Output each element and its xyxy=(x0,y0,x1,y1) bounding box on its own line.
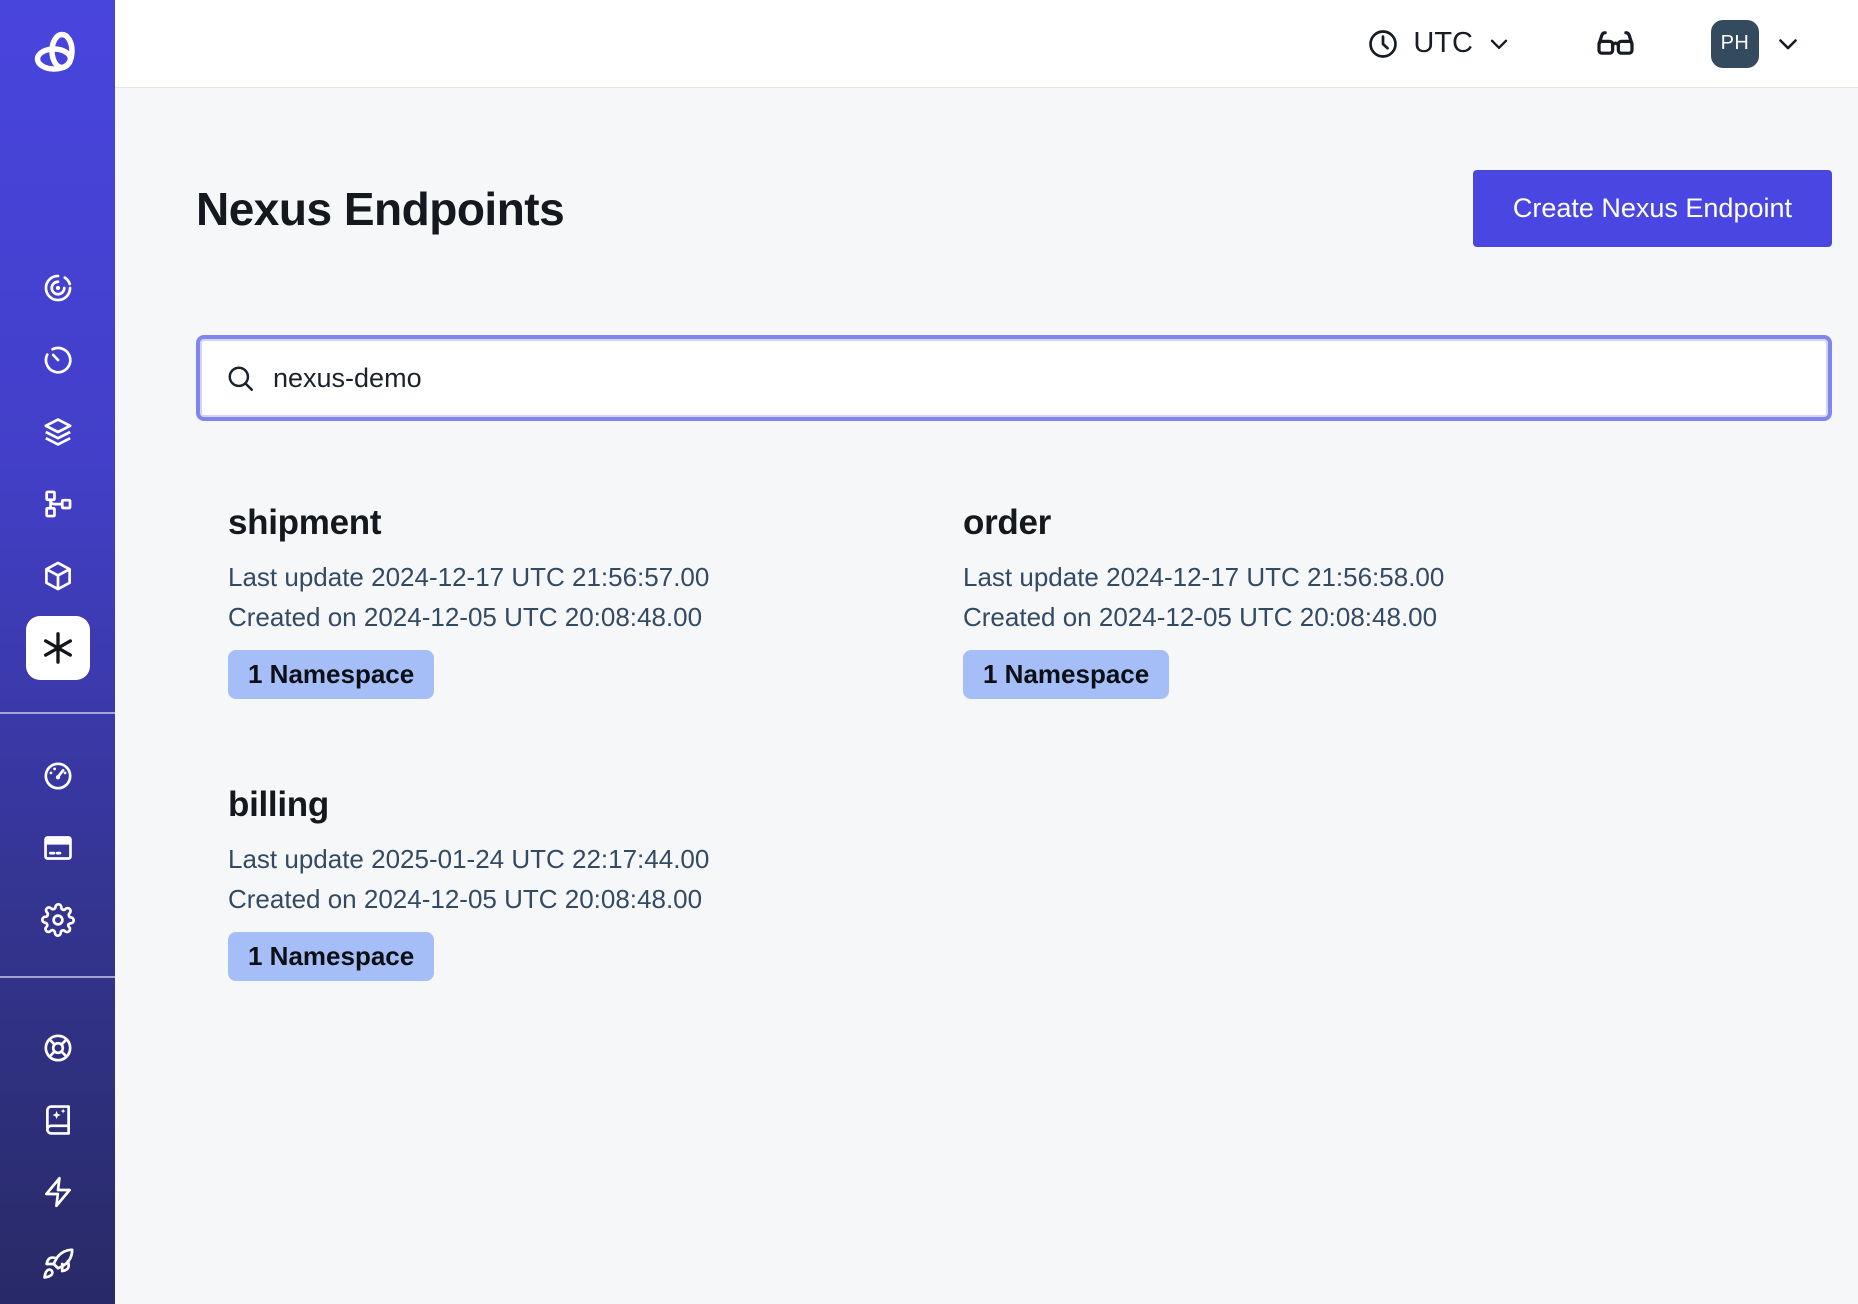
endpoint-card[interactable]: billing Last update 2025-01-24 UTC 22:17… xyxy=(196,785,931,981)
endpoint-last-update: Last update 2024-12-17 UTC 21:56:57.00 xyxy=(228,557,931,597)
endpoint-card[interactable]: shipment Last update 2024-12-17 UTC 21:5… xyxy=(196,503,931,699)
endpoint-last-update: Last update 2025-01-24 UTC 22:17:44.00 xyxy=(228,839,931,879)
life-ring-icon xyxy=(41,1031,75,1065)
endpoint-created-on: Created on 2024-12-05 UTC 20:08:48.00 xyxy=(228,597,931,637)
sidebar-item-life-ring[interactable] xyxy=(0,1012,115,1084)
app-logo[interactable] xyxy=(32,26,84,84)
sidebar-divider xyxy=(0,712,115,714)
endpoint-list: shipment Last update 2024-12-17 UTC 21:5… xyxy=(196,503,1832,981)
sidebar xyxy=(0,0,115,1304)
endpoint-last-update: Last update 2024-12-17 UTC 21:56:58.00 xyxy=(963,557,1666,597)
sidebar-item-layers[interactable] xyxy=(0,396,115,468)
rocket-icon xyxy=(41,1247,75,1281)
gear-icon xyxy=(41,903,75,937)
sidebar-item-book[interactable] xyxy=(0,1084,115,1156)
page-title: Nexus Endpoints xyxy=(196,182,564,236)
endpoint-card[interactable]: order Last update 2024-12-17 UTC 21:56:5… xyxy=(931,503,1666,699)
timezone-label: UTC xyxy=(1413,27,1473,60)
gauge-icon xyxy=(41,759,75,793)
sidebar-item-asterisk-selected[interactable] xyxy=(0,612,115,684)
branch-icon xyxy=(41,487,75,521)
namespace-badge: 1 Namespace xyxy=(228,932,434,981)
selected-nav-highlight xyxy=(26,616,90,680)
lightning-icon xyxy=(41,1175,75,1209)
namespace-badge: 1 Namespace xyxy=(228,650,434,699)
sidebar-item-timer[interactable] xyxy=(0,324,115,396)
glasses-button[interactable] xyxy=(1594,22,1637,65)
sidebar-item-gauge[interactable] xyxy=(0,740,115,812)
search-input[interactable] xyxy=(273,363,1804,394)
timezone-selector[interactable]: UTC xyxy=(1366,27,1512,61)
sidebar-item-rocket[interactable] xyxy=(0,1228,115,1300)
credit-card-icon xyxy=(41,831,75,865)
timer-icon xyxy=(41,343,75,377)
glasses-icon xyxy=(1594,22,1637,65)
chevron-down-icon xyxy=(1486,31,1512,57)
create-nexus-endpoint-button[interactable]: Create Nexus Endpoint xyxy=(1473,170,1832,247)
temporal-logo-icon xyxy=(32,29,84,81)
search-box xyxy=(196,335,1832,421)
top-header: UTC PH xyxy=(115,0,1858,88)
chevron-down-icon xyxy=(1774,30,1802,58)
main-content: Nexus Endpoints Create Nexus Endpoint sh… xyxy=(115,88,1858,1304)
endpoint-name: order xyxy=(963,503,1666,543)
cube-icon xyxy=(41,559,75,593)
namespace-badge: 1 Namespace xyxy=(963,650,1169,699)
sidebar-item-credit-card[interactable] xyxy=(0,812,115,884)
clock-icon xyxy=(1366,27,1400,61)
sidebar-item-lightning[interactable] xyxy=(0,1156,115,1228)
spiral-icon xyxy=(41,271,75,305)
sidebar-item-cube[interactable] xyxy=(0,540,115,612)
endpoint-created-on: Created on 2024-12-05 UTC 20:08:48.00 xyxy=(963,597,1666,637)
endpoint-name: billing xyxy=(228,785,931,825)
sidebar-item-gear[interactable] xyxy=(0,884,115,956)
sidebar-divider xyxy=(0,976,115,978)
asterisk-icon xyxy=(38,628,78,668)
layers-icon xyxy=(41,415,75,449)
avatar: PH xyxy=(1711,20,1759,68)
endpoint-created-on: Created on 2024-12-05 UTC 20:08:48.00 xyxy=(228,879,931,919)
book-sparkles-icon xyxy=(41,1103,75,1137)
endpoint-name: shipment xyxy=(228,503,931,543)
sidebar-item-spiral[interactable] xyxy=(0,252,115,324)
search-icon xyxy=(224,362,257,395)
sidebar-item-branch[interactable] xyxy=(0,468,115,540)
account-menu[interactable]: PH xyxy=(1711,20,1802,68)
